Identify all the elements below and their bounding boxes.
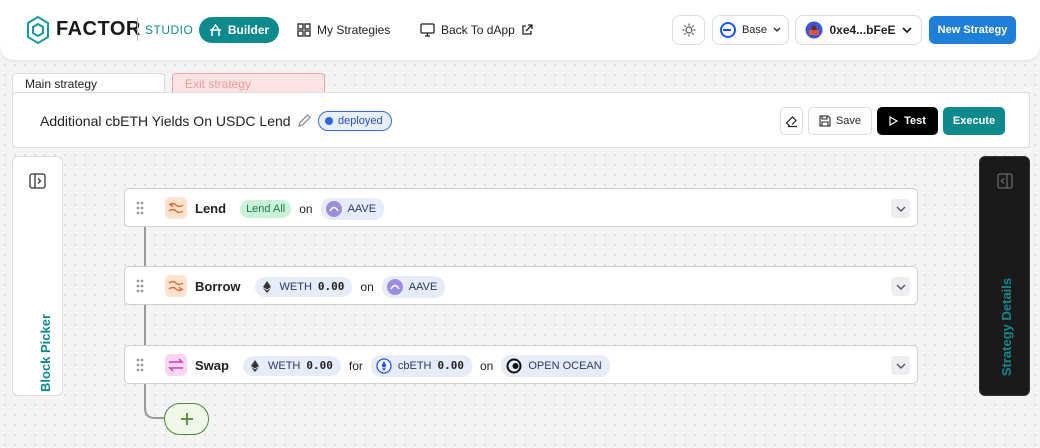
- add-block-button[interactable]: [164, 403, 209, 435]
- expand-block-button[interactable]: [891, 199, 910, 218]
- from-token-amount: 0.00: [306, 359, 333, 372]
- chevron-down-icon: [896, 363, 905, 369]
- eraser-icon: [785, 115, 797, 127]
- to-token-label: cbETH: [397, 359, 432, 372]
- borrow-icon: [165, 275, 187, 297]
- on-label: on: [480, 358, 494, 373]
- avatar-icon: [805, 21, 823, 39]
- panel-expand-icon[interactable]: [29, 173, 46, 189]
- swap-block[interactable]: Swap WETH 0.00 for cbETH 0.00 on OPEN OC…: [124, 345, 918, 384]
- execute-button[interactable]: Execute: [943, 107, 1005, 135]
- status-label: deployed: [338, 115, 383, 127]
- chevron-down-icon: [773, 27, 781, 32]
- drag-handle-icon[interactable]: [136, 358, 144, 372]
- to-token-chip[interactable]: cbETH 0.00: [370, 354, 472, 377]
- block-name: Lend: [195, 201, 227, 216]
- wallet-address: 0xe4...bFeE: [829, 23, 896, 37]
- back-to-dapp-link[interactable]: Back To dApp: [414, 17, 539, 43]
- expand-block-button[interactable]: [891, 356, 910, 375]
- brand-name: FACTOR: [56, 18, 141, 40]
- lend-mode-pill[interactable]: Lend All: [240, 199, 292, 218]
- status-badge: deployed: [318, 111, 392, 131]
- aave-icon: [325, 200, 342, 217]
- drag-handle-icon[interactable]: [136, 279, 144, 293]
- eth-icon: [262, 280, 271, 293]
- cbeth-icon: [376, 357, 392, 374]
- brand-product: STUDIO: [145, 23, 194, 37]
- on-label: on: [360, 279, 374, 294]
- protocol-chip[interactable]: AAVE: [381, 275, 446, 298]
- play-icon: [889, 116, 899, 126]
- chain-selector[interactable]: Base: [712, 15, 789, 45]
- clear-button[interactable]: [780, 107, 803, 135]
- for-label: for: [348, 358, 363, 373]
- test-label: Test: [904, 115, 926, 127]
- token-amount-chip[interactable]: WETH 0.00: [254, 276, 353, 297]
- monitor-icon: [420, 23, 435, 37]
- flow-connector-curve: [144, 400, 164, 419]
- on-label: on: [299, 201, 313, 216]
- borrow-block[interactable]: Borrow WETH 0.00 on AAVE: [124, 266, 918, 305]
- block-picker-panel[interactable]: Block Picker: [12, 156, 63, 396]
- builder-button[interactable]: Builder: [199, 17, 279, 43]
- protocol-label: OPEN OCEAN: [528, 359, 602, 372]
- drag-handle-icon[interactable]: [136, 201, 144, 215]
- test-button[interactable]: Test: [877, 107, 938, 135]
- chain-label: Base: [741, 24, 768, 36]
- strategy-details-panel[interactable]: Strategy Details: [979, 156, 1030, 396]
- my-strategies-button[interactable]: My Strategies: [291, 17, 396, 43]
- my-strategies-label: My Strategies: [317, 23, 391, 37]
- openocean-icon: [506, 358, 522, 373]
- top-nav: FACTOR STUDIO Builder My Strategies Back…: [0, 0, 1040, 60]
- aave-icon: [386, 278, 403, 295]
- sun-icon: [682, 23, 695, 37]
- builder-icon: [209, 23, 221, 36]
- strategy-header: Additional cbETH Yields On USDC Lend dep…: [12, 92, 1030, 148]
- chevron-down-icon: [896, 206, 905, 212]
- protocol-label: AAVE: [347, 202, 377, 215]
- strategy-details-label: Strategy Details: [999, 277, 1014, 377]
- chevron-down-icon: [896, 284, 905, 290]
- chevron-down-icon: [901, 26, 912, 33]
- save-button[interactable]: Save: [808, 107, 872, 135]
- grid-icon: [297, 23, 311, 37]
- protocol-label: AAVE: [408, 280, 438, 293]
- strategy-title: Additional cbETH Yields On USDC Lend: [40, 113, 291, 129]
- save-label: Save: [835, 115, 862, 127]
- tab-exit-strategy[interactable]: Exit strategy: [172, 73, 325, 93]
- base-chain-icon: [719, 22, 736, 38]
- flow-connector: [144, 227, 146, 267]
- save-icon: [819, 115, 831, 127]
- protocol-chip[interactable]: AAVE: [320, 197, 385, 220]
- block-name: Borrow: [195, 279, 241, 294]
- token-amount: 0.00: [317, 280, 345, 293]
- wallet-button[interactable]: 0xe4...bFeE: [795, 15, 922, 45]
- to-token-amount: 0.00: [437, 359, 465, 372]
- expand-block-button[interactable]: [891, 277, 910, 296]
- brand-divider: [137, 17, 138, 41]
- flow-connector: [144, 305, 146, 346]
- panel-collapse-icon[interactable]: [997, 173, 1013, 189]
- lend-icon: [165, 197, 187, 219]
- block-name: Swap: [195, 358, 229, 373]
- external-link-icon: [522, 24, 533, 35]
- swap-icon: [165, 354, 187, 376]
- from-token-label: WETH: [267, 359, 301, 372]
- theme-toggle-button[interactable]: [672, 15, 705, 45]
- token-label: WETH: [279, 280, 312, 293]
- tab-main-strategy[interactable]: Main strategy: [12, 73, 165, 93]
- plus-icon: [180, 413, 193, 425]
- pencil-icon[interactable]: [297, 113, 312, 128]
- from-token-chip[interactable]: WETH 0.00: [242, 355, 341, 376]
- protocol-chip[interactable]: OPEN OCEAN: [501, 354, 610, 377]
- eth-icon: [250, 359, 259, 372]
- block-picker-label: Block Picker: [38, 313, 53, 392]
- new-strategy-button[interactable]: New Strategy: [929, 16, 1016, 44]
- status-dot: [325, 117, 333, 125]
- factor-logo-icon: [27, 16, 49, 44]
- lend-block[interactable]: Lend Lend All on AAVE: [124, 188, 918, 227]
- builder-label: Builder: [227, 23, 270, 37]
- back-to-dapp-label: Back To dApp: [441, 23, 515, 37]
